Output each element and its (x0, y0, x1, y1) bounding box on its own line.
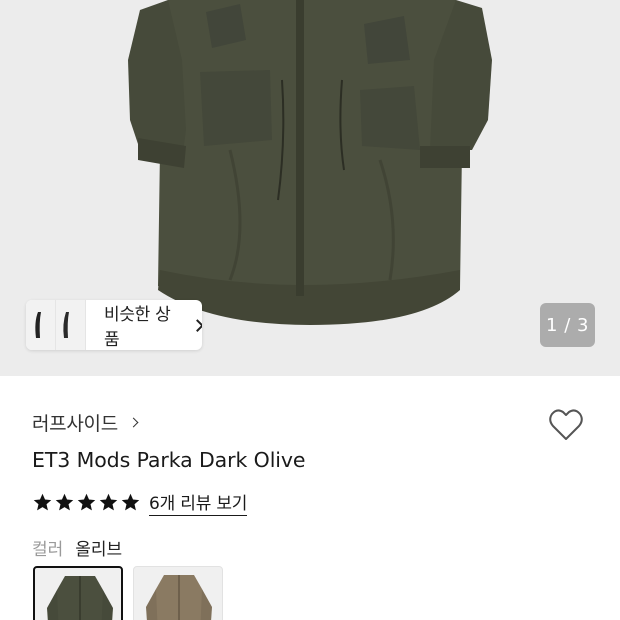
color-option-row: 컬러 올리브 (32, 535, 122, 560)
star-icon (99, 493, 118, 511)
star-icon (55, 493, 74, 511)
color-option-value: 올리브 (75, 540, 123, 560)
product-image-carousel[interactable]: 비슷한 상품 1 / 3 (0, 0, 620, 376)
star-icon (121, 493, 140, 511)
image-pager-indicator: 1 / 3 (540, 303, 595, 347)
star-icon (77, 493, 96, 511)
chevron-right-icon (191, 318, 202, 332)
rating-row: 6개 리뷰 보기 (32, 489, 247, 516)
rating-stars (32, 492, 141, 513)
color-swatch-olive[interactable] (33, 566, 123, 620)
similar-product-thumb (56, 300, 86, 350)
review-link[interactable]: 6개 리뷰 보기 (149, 489, 247, 516)
similar-products-button[interactable]: 비슷한 상품 (26, 300, 202, 350)
star-icon (33, 493, 52, 511)
color-swatch-beige[interactable] (133, 566, 223, 620)
wishlist-heart-icon[interactable] (546, 405, 586, 445)
brand-link[interactable]: 러프사이드 (32, 409, 139, 436)
product-title: ET3 Mods Parka Dark Olive (32, 448, 306, 472)
similar-product-thumb (26, 300, 56, 350)
brand-name: 러프사이드 (32, 413, 118, 435)
color-option-label: 컬러 (32, 540, 64, 560)
similar-products-label: 비슷한 상품 (104, 305, 171, 350)
chevron-right-icon (128, 417, 139, 428)
